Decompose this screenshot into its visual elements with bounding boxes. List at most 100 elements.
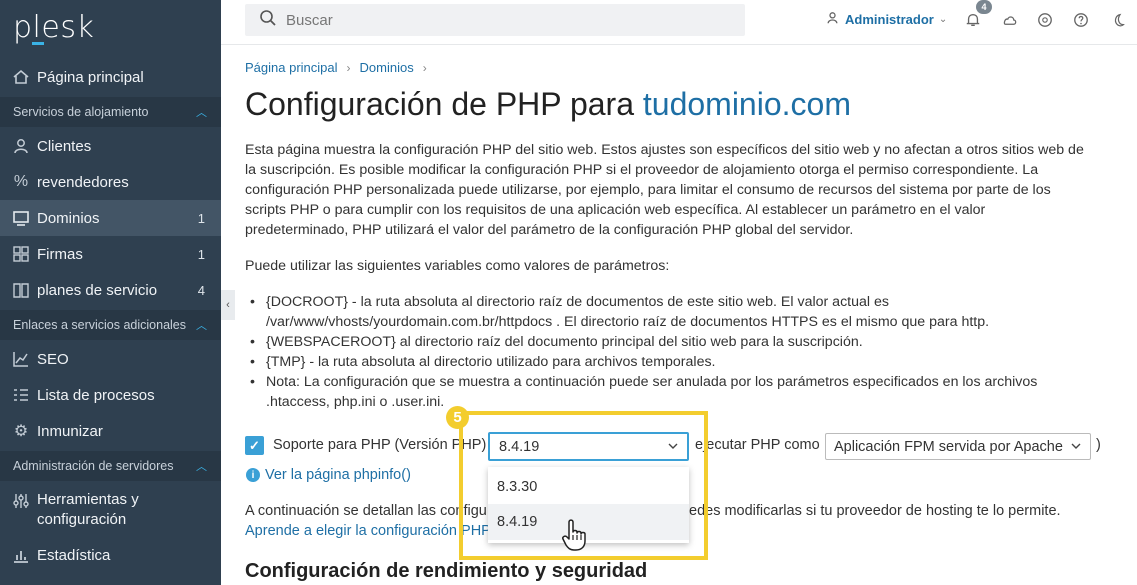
extensions-icon[interactable] [1035, 10, 1055, 30]
sidebar-item-label: Inmunizar [37, 422, 103, 440]
chevron-up-icon: ︿ [196, 461, 207, 473]
user-name: Administrador [845, 11, 934, 27]
count-badge: 1 [197, 246, 205, 262]
variables-list: {DOCROOT} - la ruta absoluta al director… [248, 292, 1098, 412]
sidebar-item-seo[interactable]: SEO [0, 341, 221, 377]
list-item: {DOCROOT} - la ruta absoluta al director… [248, 292, 1098, 332]
sidebar-item-immunify[interactable]: ⚙ Inmunizar [0, 413, 221, 449]
php-support-checkbox[interactable]: ✓ [245, 436, 264, 455]
grid-icon [12, 245, 30, 263]
php-support-label: Soporte para PHP (Versión PHP) [273, 437, 487, 453]
sidebar-item-label: Firmas [37, 245, 83, 263]
sidebar-item-subscriptions[interactable]: Firmas 1 [0, 236, 221, 272]
user-menu[interactable]: Administrador ⌄ [826, 11, 947, 27]
chart-icon [12, 350, 30, 368]
hand-cursor-icon [561, 518, 589, 552]
chevron-right-icon: › [346, 60, 351, 75]
settings-description-start: A continuación se detallan las configu [245, 503, 487, 519]
chevron-down-icon: ⌄ [938, 13, 948, 25]
chevron-up-icon: ︿ [196, 320, 207, 332]
plesk-logo[interactable]: plesk [13, 10, 94, 45]
sidebar-item-label: Estadística [37, 546, 111, 564]
list-icon [12, 386, 30, 404]
page-title-domain: tudominio.com [642, 86, 851, 122]
search-icon [259, 9, 277, 32]
sidebar: plesk Página principal Servicios de aloj… [0, 0, 221, 585]
list-item-line: {WEBSPACEROOT} al directorio raíz del do… [266, 334, 863, 350]
intro-paragraph: Esta página muestra la configuración PHP… [245, 140, 1084, 240]
sidebar-item-label: Página principal [37, 68, 144, 86]
breadcrumb-domains-link[interactable]: Dominios [360, 60, 414, 75]
section-additional-services[interactable]: Enlaces a servicios adicionales ︿ [0, 310, 221, 340]
list-item: Nota: La configuración que se muestra a … [248, 372, 1098, 412]
monitor-icon [12, 209, 30, 227]
intro-line: Esta página muestra la configuración PHP… [245, 142, 1084, 158]
count-badge: 4 [197, 282, 205, 298]
breadcrumb: Página principal › Dominios › [245, 60, 436, 75]
variables-intro: Puede utilizar las siguientes variables … [245, 258, 670, 274]
php-handler-value: Aplicación FPM servida por Apache [834, 438, 1063, 455]
chevron-up-icon: ︿ [196, 107, 207, 119]
settings-description-end: edes modificarlas si tu proveedor de hos… [689, 503, 1061, 519]
notifications-badge: 4 [976, 0, 992, 14]
breadcrumb-home-link[interactable]: Página principal [245, 60, 338, 75]
moon-icon[interactable] [1107, 10, 1127, 30]
php-handler-select[interactable]: Aplicación FPM servida por Apache [825, 433, 1091, 460]
sidebar-item-label: revendedores [37, 173, 129, 191]
intro-line: la suscripción. Es posible modificar la … [245, 162, 1039, 178]
list-item-line: {TMP} - la ruta absoluta al directorio u… [266, 354, 716, 370]
sidebar-collapse-button[interactable]: ‹ [221, 290, 235, 320]
chevron-right-icon: › [422, 60, 427, 75]
count-badge: 1 [197, 210, 205, 226]
search-input[interactable]: Buscar [245, 4, 745, 36]
page-title: Configuración de PHP para tudominio.com [245, 86, 851, 123]
sidebar-item-domains[interactable]: Dominios 1 [0, 200, 221, 236]
sidebar-item-label-group: Herramientas y configuración [37, 490, 139, 530]
section-title: Configuración de rendimiento y seguridad [245, 560, 648, 582]
page-title-prefix: Configuración de PHP para [245, 86, 643, 122]
help-icon[interactable] [1071, 10, 1091, 30]
sidebar-item-service-plans[interactable]: planes de servicio 4 [0, 272, 221, 308]
percent-icon: % [13, 173, 29, 190]
section-label: Enlaces a servicios adicionales [13, 318, 187, 332]
gear-icon: ⚙ [13, 423, 29, 440]
bar-chart-icon [12, 546, 30, 564]
intro-line: configuración PHP personalizada puede ut… [245, 182, 1051, 198]
sidebar-item-label: Clientes [37, 137, 92, 155]
cloud-icon[interactable] [999, 10, 1019, 30]
step-number-badge: 5 [446, 406, 469, 429]
closing-parenthesis: ) [1096, 437, 1101, 453]
sidebar-item-label: Herramientas y [37, 491, 139, 508]
intro-line: predeterminado, PHP utilizará el valor d… [245, 222, 854, 238]
header-divider [221, 44, 1137, 45]
sidebar-item-tools-settings[interactable]: Herramientas y configuración [0, 486, 221, 532]
user-icon [12, 137, 30, 155]
book-icon [12, 281, 30, 299]
sidebar-item-home[interactable]: Página principal [0, 59, 221, 95]
section-server-management[interactable]: Administración de servidores ︿ [0, 451, 221, 481]
sidebar-item-resellers[interactable]: % revendedores [0, 164, 221, 200]
user-icon [826, 11, 839, 27]
list-item-line: /var/www/vhosts/yourdomain.com.br/httpdo… [266, 314, 990, 330]
sidebar-item-label: planes de servicio [37, 281, 158, 299]
search-placeholder: Buscar [286, 11, 333, 29]
list-item: {WEBSPACEROOT} al directorio raíz del do… [248, 332, 1098, 352]
sidebar-item-clients[interactable]: Clientes [0, 128, 221, 164]
learn-php-settings-link[interactable]: Aprende a elegir la configuración PHP [245, 523, 491, 539]
list-item: {TMP} - la ruta absoluta al directorio u… [248, 352, 1098, 372]
sidebar-item-label: SEO [37, 350, 69, 368]
logo-underline [32, 42, 44, 45]
run-php-as-label: ejecutar PHP como [695, 437, 820, 453]
section-hosting-services[interactable]: Servicios de alojamiento ︿ [0, 97, 221, 127]
chevron-left-icon: ‹ [226, 299, 230, 311]
list-item-line: {DOCROOT} - la ruta absoluta al director… [266, 294, 889, 310]
sidebar-item-label: Lista de procesos [37, 386, 155, 404]
phpinfo-link-label: Ver la página phpinfo() [265, 467, 411, 483]
section-label: Servicios de alojamiento [13, 105, 149, 119]
sidebar-item-statistics[interactable]: Estadística [0, 537, 221, 573]
sidebar-item-process-list[interactable]: Lista de procesos [0, 377, 221, 413]
home-icon [12, 68, 30, 86]
section-label: Administración de servidores [13, 459, 174, 473]
phpinfo-link[interactable]: i Ver la página phpinfo() [246, 467, 411, 483]
sliders-icon [12, 492, 30, 510]
